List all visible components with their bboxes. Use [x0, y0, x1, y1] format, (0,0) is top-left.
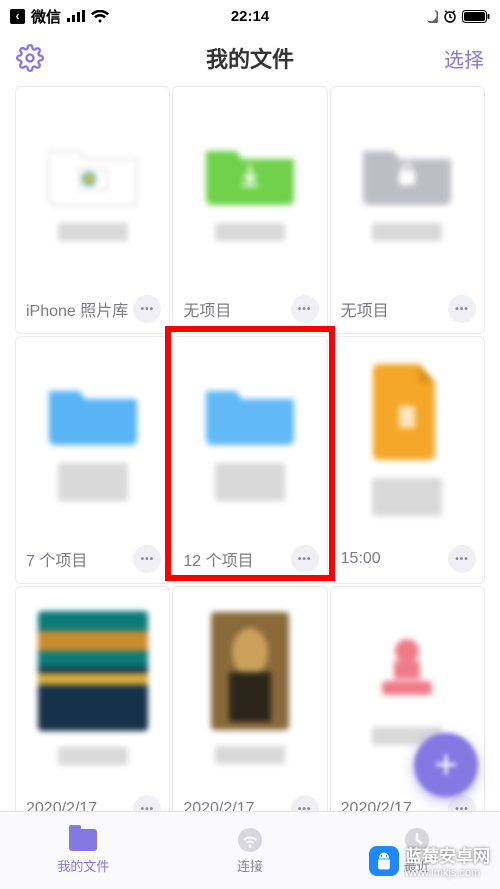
file-name-placeholder	[372, 223, 442, 241]
tab-bar: 我的文件 连接 最近	[0, 811, 500, 889]
more-button[interactable]: •••	[291, 545, 319, 573]
back-chevron-icon[interactable]: ‹	[10, 9, 25, 24]
moon-icon	[424, 9, 438, 23]
file-cell[interactable]: iPhone 照片库 •••	[15, 86, 170, 334]
tab-label: 连接	[237, 856, 263, 875]
file-name-placeholder	[58, 463, 128, 501]
thumbnail	[16, 87, 169, 289]
file-meta: 7 个项目	[26, 547, 87, 571]
file-meta: 无项目	[341, 297, 389, 321]
file-cell[interactable]: 无项目 •••	[330, 86, 485, 334]
thumbnail	[16, 587, 169, 789]
tab-folder[interactable]: 我的文件	[0, 812, 167, 889]
thumbnail	[331, 337, 484, 539]
tab-label: 我的文件	[57, 856, 109, 875]
more-button[interactable]: •••	[291, 295, 319, 323]
file-cell[interactable]: 2020/2/17 •••	[15, 586, 170, 834]
file-meta: iPhone 照片库	[26, 297, 128, 321]
select-button[interactable]: 选择	[444, 44, 484, 73]
file-cell[interactable]: 无项目 •••	[172, 86, 327, 334]
file-grid: iPhone 照片库 ••• 无项目 ••• 无项目 ••• 7 个项目 •••	[0, 84, 500, 834]
folder-icon	[68, 827, 98, 853]
more-button[interactable]: •••	[448, 295, 476, 323]
file-name-placeholder	[215, 223, 285, 241]
thumbnail	[331, 87, 484, 289]
status-app: 微信	[31, 6, 61, 27]
more-button[interactable]: •••	[448, 545, 476, 573]
status-time: 22:14	[231, 8, 269, 25]
tab-clock[interactable]: 最近	[333, 812, 500, 889]
file-name-placeholder	[58, 223, 128, 241]
clock-icon	[402, 827, 432, 853]
tab-label: 最近	[404, 856, 430, 875]
file-meta: 12 个项目	[183, 547, 253, 571]
page-title: 我的文件	[206, 42, 294, 74]
alarm-icon	[443, 9, 457, 23]
add-fab[interactable]: +	[414, 733, 478, 797]
file-cell[interactable]: 15:00 •••	[330, 336, 485, 584]
nav-bar: 我的文件 选择	[0, 32, 500, 84]
file-name-placeholder	[372, 478, 442, 516]
thumbnail	[173, 87, 326, 289]
wifi-icon	[91, 10, 109, 23]
plus-icon: +	[434, 745, 457, 785]
thumbnail	[16, 337, 169, 539]
file-meta: 无项目	[183, 297, 231, 321]
file-name-placeholder	[58, 747, 128, 765]
file-name-placeholder	[215, 463, 285, 501]
thumbnail	[173, 337, 326, 539]
battery-icon	[462, 10, 490, 23]
more-button[interactable]: •••	[133, 545, 161, 573]
wifi-icon	[235, 827, 265, 853]
thumbnail	[173, 587, 326, 789]
file-cell[interactable]: 12 个项目 •••	[172, 336, 327, 584]
signal-icon	[67, 10, 85, 22]
status-bar: ‹ 微信 22:14	[0, 0, 500, 32]
file-meta: 15:00	[341, 550, 381, 568]
file-cell[interactable]: 7 个项目 •••	[15, 336, 170, 584]
file-cell[interactable]: 2020/2/17 •••	[172, 586, 327, 834]
file-name-placeholder	[215, 746, 285, 764]
more-button[interactable]: •••	[133, 295, 161, 323]
file-cell[interactable]: 2020/2/17 •••	[330, 586, 485, 834]
settings-icon[interactable]	[16, 44, 44, 72]
tab-wifi[interactable]: 连接	[167, 812, 334, 889]
